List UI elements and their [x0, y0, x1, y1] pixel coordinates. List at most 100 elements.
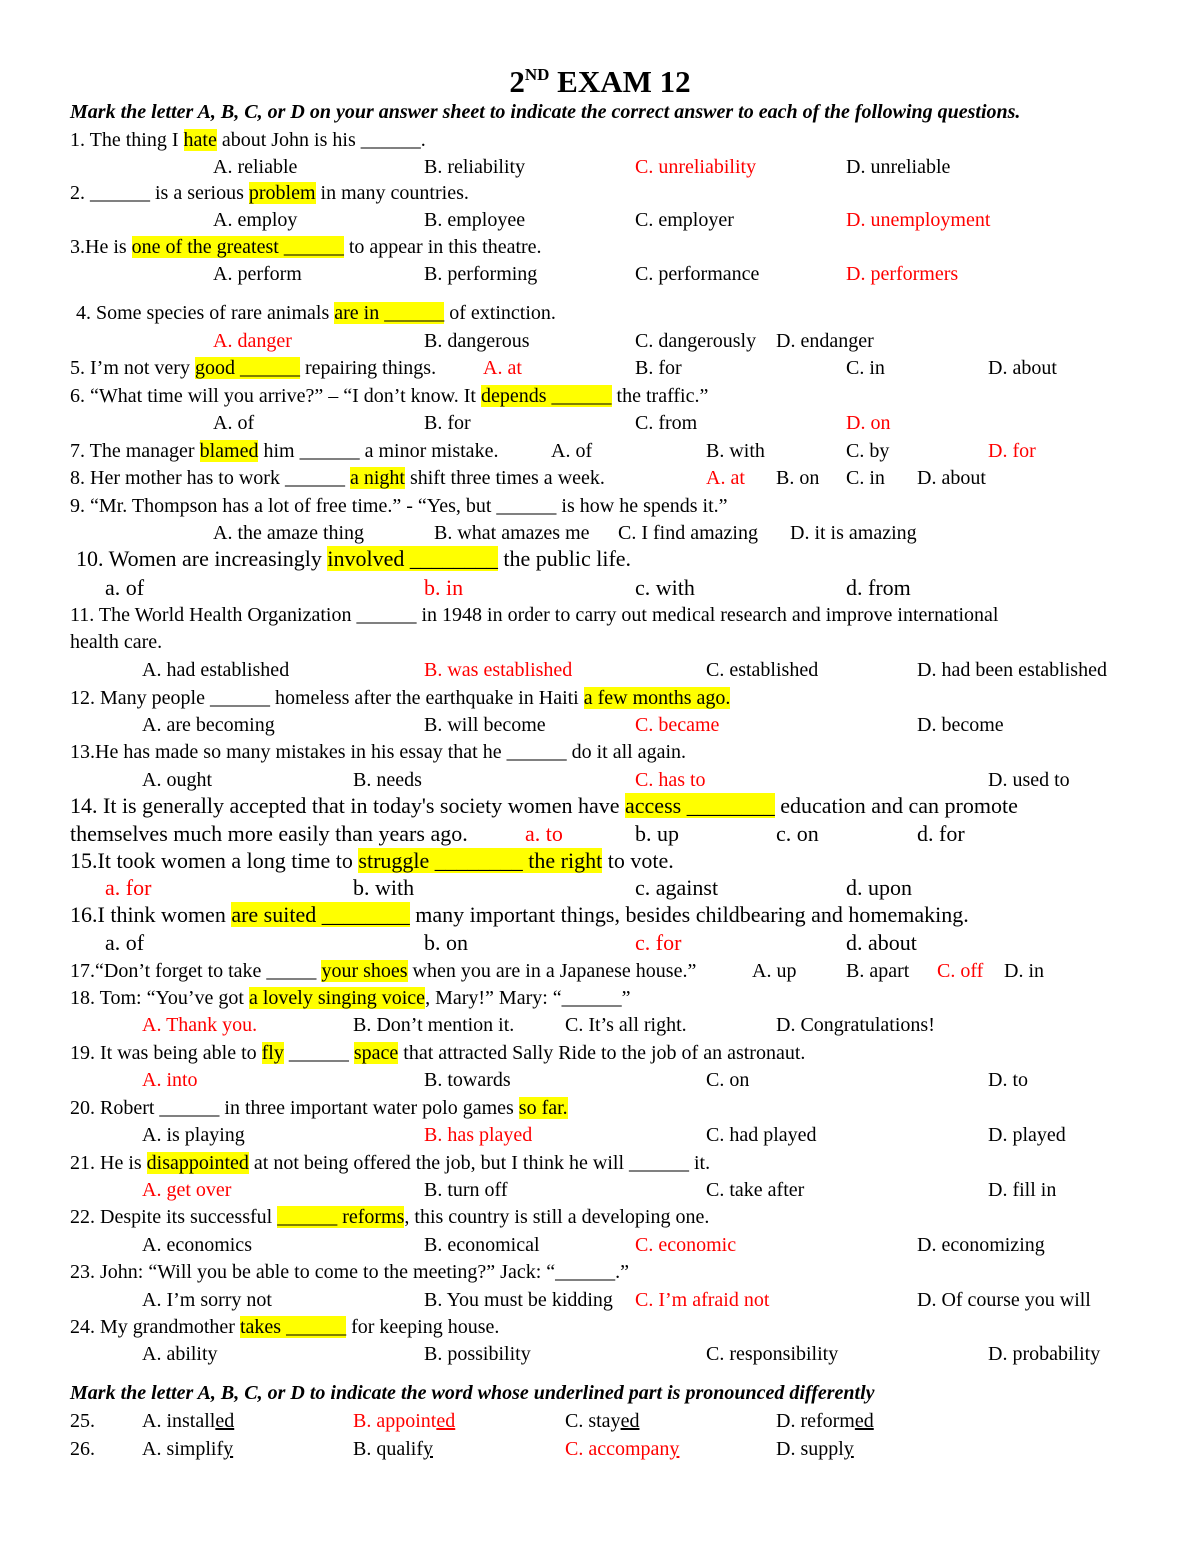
q12-option-a[interactable]: A. are becoming	[142, 713, 275, 737]
q18-option-b[interactable]: B. Don’t mention it.	[353, 1013, 514, 1037]
q12-option-d[interactable]: D. become	[917, 713, 1004, 737]
q10-option-c[interactable]: c. with	[635, 576, 695, 600]
q2-option-a[interactable]: A. employ	[213, 208, 297, 232]
q11-option-c[interactable]: C. established	[706, 658, 818, 682]
q9-option-a[interactable]: A. the amaze thing	[213, 521, 364, 545]
q14-option-c[interactable]: c. on	[776, 822, 819, 846]
q9-option-d[interactable]: D. it is amazing	[790, 521, 917, 545]
q11-option-a[interactable]: A. had established	[142, 658, 289, 682]
q4-option-c[interactable]: C. dangerously	[635, 329, 756, 353]
q22-option-b[interactable]: B. economical	[424, 1233, 540, 1257]
q17-option-a[interactable]: A. up	[752, 959, 796, 983]
q25-option-c[interactable]: C. stayed	[565, 1409, 639, 1433]
q16-option-a[interactable]: a. of	[105, 931, 144, 955]
q20-option-d[interactable]: D. played	[988, 1123, 1066, 1147]
q2-option-c[interactable]: C. employer	[635, 208, 734, 232]
q5-option-a-correct[interactable]: A. at	[483, 356, 522, 380]
q5-option-c[interactable]: C. in	[846, 356, 885, 380]
q1-option-a[interactable]: A. reliable	[213, 155, 297, 179]
q16-option-c-correct[interactable]: c. for	[635, 931, 681, 955]
q14-option-d[interactable]: d. for	[917, 822, 965, 846]
q22-option-c-correct[interactable]: C. economic	[635, 1233, 736, 1257]
q23-option-a[interactable]: A. I’m sorry not	[142, 1288, 272, 1312]
q1-option-d[interactable]: D. unreliable	[846, 155, 950, 179]
q5-option-d[interactable]: D. about	[988, 356, 1057, 380]
q5-option-b[interactable]: B. for	[635, 356, 682, 380]
q25-option-b-correct[interactable]: B. appointed	[353, 1409, 455, 1433]
q22-option-d[interactable]: D. economizing	[917, 1233, 1045, 1257]
q9-option-c[interactable]: C. I find amazing	[618, 521, 758, 545]
q10-option-a[interactable]: a. of	[105, 576, 144, 600]
q7-option-c[interactable]: C. by	[846, 439, 889, 463]
q8-option-c[interactable]: C. in	[846, 466, 885, 490]
q15-option-a-correct[interactable]: a. for	[105, 876, 151, 900]
q9-option-b[interactable]: B. what amazes me	[434, 521, 590, 545]
q1-option-b[interactable]: B. reliability	[424, 155, 525, 179]
q6-option-c[interactable]: C. from	[635, 411, 697, 435]
q13-option-a[interactable]: A. ought	[142, 768, 212, 792]
q1-option-c-correct[interactable]: C. unreliability	[635, 155, 756, 179]
q21-option-b[interactable]: B. turn off	[424, 1178, 508, 1202]
q19-option-a-correct[interactable]: A. into	[142, 1068, 198, 1092]
q25-option-d[interactable]: D. reformed	[776, 1409, 874, 1433]
q10-option-d[interactable]: d. from	[846, 576, 911, 600]
q6-option-a[interactable]: A. of	[213, 411, 254, 435]
q13-option-c-correct[interactable]: C. has to	[635, 768, 706, 792]
q4-option-d[interactable]: D. endanger	[776, 329, 874, 353]
q3-option-d-correct[interactable]: D. performers	[846, 262, 958, 286]
q18-option-c[interactable]: C. It’s all right.	[565, 1013, 687, 1037]
q6-option-b[interactable]: B. for	[424, 411, 471, 435]
q23-option-d[interactable]: D. Of course you will	[917, 1288, 1091, 1312]
q17-option-b[interactable]: B. apart	[846, 959, 909, 983]
q20-option-c[interactable]: C. had played	[706, 1123, 817, 1147]
q26-option-d[interactable]: D. supply	[776, 1437, 854, 1461]
q2-option-b[interactable]: B. employee	[424, 208, 525, 232]
q20-option-b-correct[interactable]: B. has played	[424, 1123, 532, 1147]
q25-option-a[interactable]: A. installed	[142, 1409, 234, 1433]
q12-option-b[interactable]: B. will become	[424, 713, 546, 737]
q7-option-a[interactable]: A. of	[551, 439, 592, 463]
q15-option-b[interactable]: b. with	[353, 876, 414, 900]
q26-option-c-correct[interactable]: C. accompany	[565, 1437, 679, 1461]
q19-option-c[interactable]: C. on	[706, 1068, 749, 1092]
q8-option-d[interactable]: D. about	[917, 466, 986, 490]
q24-option-b[interactable]: B. possibility	[424, 1342, 531, 1366]
q19-option-b[interactable]: B. towards	[424, 1068, 511, 1092]
q15-option-c[interactable]: c. against	[635, 876, 718, 900]
q10-option-b-correct[interactable]: b. in	[424, 576, 463, 600]
q16-option-d[interactable]: d. about	[846, 931, 917, 955]
q3-option-a[interactable]: A. perform	[213, 262, 302, 286]
q19-option-d[interactable]: D. to	[988, 1068, 1028, 1092]
q15-option-d[interactable]: d. upon	[846, 876, 912, 900]
q13-option-d[interactable]: D. used to	[988, 768, 1070, 792]
q8-option-b[interactable]: B. on	[776, 466, 819, 490]
q24-option-d[interactable]: D. probability	[988, 1342, 1100, 1366]
q14-option-a-correct[interactable]: a. to	[525, 822, 563, 846]
q4-option-a-correct[interactable]: A. danger	[213, 329, 292, 353]
q11-option-b-correct[interactable]: B. was established	[424, 658, 572, 682]
q23-option-c-correct[interactable]: C. I’m afraid not	[635, 1288, 769, 1312]
q20-option-a[interactable]: A. is playing	[142, 1123, 245, 1147]
q17-option-d[interactable]: D. in	[1004, 959, 1044, 983]
q23-option-b[interactable]: B. You must be kidding	[424, 1288, 613, 1312]
q3-option-b[interactable]: B. performing	[424, 262, 537, 286]
q18-option-d[interactable]: D. Congratulations!	[776, 1013, 935, 1037]
q16-option-b[interactable]: b. on	[424, 931, 468, 955]
q21-option-c[interactable]: C. take after	[706, 1178, 804, 1202]
q6-option-d-correct[interactable]: D. on	[846, 411, 890, 435]
q8-option-a-correct[interactable]: A. at	[706, 466, 745, 490]
q11-option-d[interactable]: D. had been established	[917, 658, 1107, 682]
q24-option-a[interactable]: A. ability	[142, 1342, 218, 1366]
q14-option-b[interactable]: b. up	[635, 822, 679, 846]
q7-option-b[interactable]: B. with	[706, 439, 765, 463]
q21-option-d[interactable]: D. fill in	[988, 1178, 1056, 1202]
q26-option-a[interactable]: A. simplify	[142, 1437, 233, 1461]
q21-option-a-correct[interactable]: A. get over	[142, 1178, 231, 1202]
q2-option-d-correct[interactable]: D. unemployment	[846, 208, 990, 232]
q26-option-b[interactable]: B. qualify	[353, 1437, 433, 1461]
q7-option-d-correct[interactable]: D. for	[988, 439, 1036, 463]
q24-option-c[interactable]: C. responsibility	[706, 1342, 838, 1366]
q22-option-a[interactable]: A. economics	[142, 1233, 252, 1257]
q13-option-b[interactable]: B. needs	[353, 768, 422, 792]
q18-option-a-correct[interactable]: A. Thank you.	[142, 1013, 257, 1037]
